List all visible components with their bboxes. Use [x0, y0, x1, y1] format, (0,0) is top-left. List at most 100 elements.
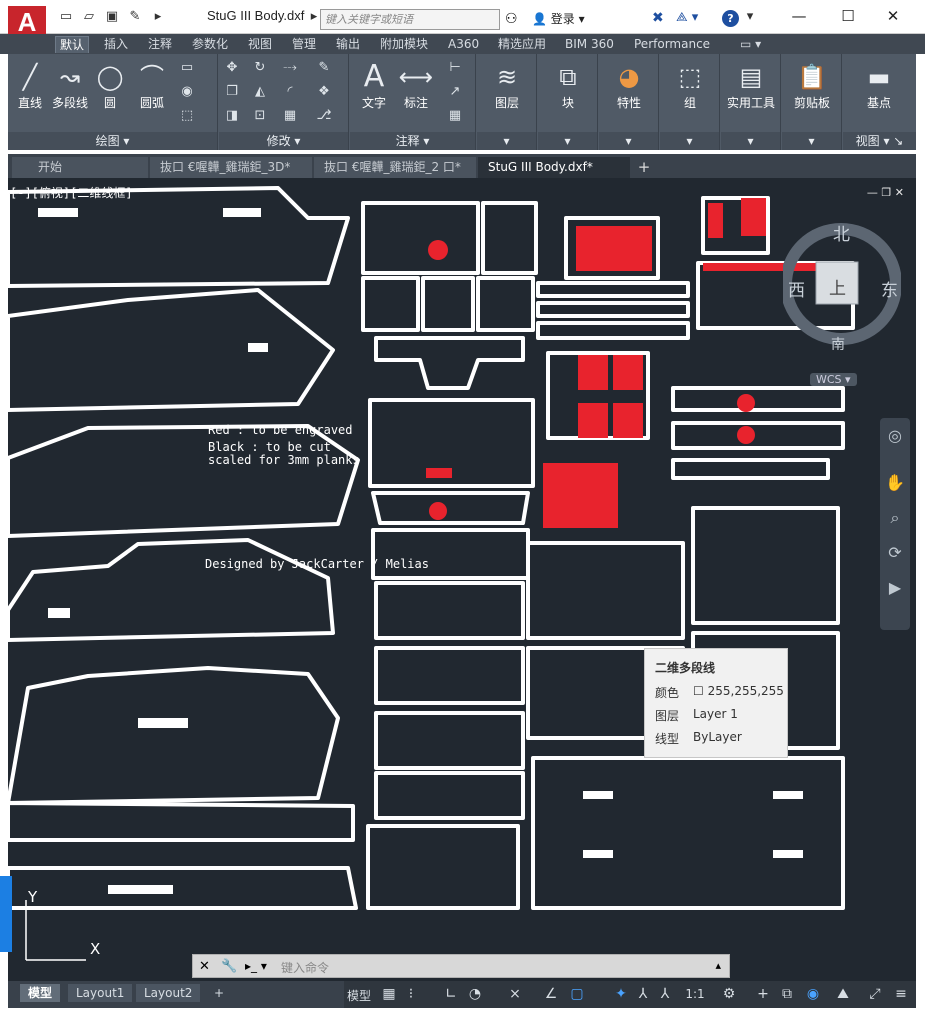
tab-output[interactable]: 输出	[332, 36, 364, 53]
tab-manage[interactable]: 管理	[288, 36, 320, 53]
viewport-label[interactable]: [-][俯视][二维线框]	[10, 184, 133, 201]
cmd-prompt-icon[interactable]: ▸_ ▾	[245, 959, 267, 973]
annotation-panel-title[interactable]: 注释 ▾	[350, 132, 475, 150]
move-icon[interactable]: ✥	[223, 60, 241, 76]
tab-featured-apps[interactable]: 精选应用	[494, 36, 550, 53]
model-space-button[interactable]: 模型	[344, 987, 374, 1004]
zoom-icon[interactable]: ⌕	[885, 508, 905, 528]
tab-a360[interactable]: A360	[444, 36, 483, 53]
compass-north[interactable]: 北	[833, 220, 850, 245]
new-icon[interactable]: ▭	[57, 9, 75, 25]
cmd-close-icon[interactable]: ✕	[199, 959, 210, 974]
properties-button[interactable]: ◕ 特性	[609, 60, 649, 111]
customize-icon[interactable]: ≡	[892, 986, 910, 1002]
add-tab-icon[interactable]: +	[634, 159, 654, 176]
lineweight-icon[interactable]: ∠	[542, 986, 560, 1002]
text-button[interactable]: A 文字	[354, 60, 394, 111]
layers-button[interactable]: ≋ 图层	[487, 60, 527, 111]
snap-icon[interactable]: ⁝	[402, 986, 420, 1002]
tab-addins[interactable]: 附加模块	[376, 36, 432, 53]
doc-tab-3d[interactable]: 抜口 €喔韡_雞瑞鉅_3D*	[150, 157, 312, 178]
layout-tab-2[interactable]: Layout2	[136, 984, 201, 1002]
fullscreen-icon[interactable]: ⤢	[866, 986, 884, 1002]
cmd-settings-icon[interactable]: 🔧	[221, 959, 237, 974]
layers-panel-title[interactable]: ▾	[477, 132, 536, 150]
layout-tab-model[interactable]: 模型	[20, 984, 61, 1002]
stretch-icon[interactable]: ◨	[223, 108, 241, 124]
help-dropdown-icon[interactable]: ▾	[741, 9, 759, 25]
add-layout-icon[interactable]: +	[206, 984, 232, 1002]
properties-panel-title[interactable]: ▾	[599, 132, 658, 150]
tab-parametric[interactable]: 参数化	[188, 36, 232, 53]
grid-icon[interactable]: ▦	[380, 986, 398, 1002]
doc-tab-start[interactable]: 开始	[12, 157, 148, 178]
trim-icon[interactable]: ⤏	[281, 60, 299, 76]
group-button[interactable]: ⬚ 组	[670, 60, 710, 111]
offset-icon[interactable]: ⎇	[315, 108, 333, 124]
steeringwheel-icon[interactable]: ◎	[885, 426, 905, 445]
isolate-icon[interactable]: ⧉	[778, 986, 796, 1002]
wcs-menu[interactable]: WCS ▾	[810, 373, 857, 386]
drawing-canvas[interactable]: [-][俯视][二维线框] — ❐ ✕ Red : to be engraved…	[8, 178, 916, 981]
open-icon[interactable]: ▱	[80, 9, 98, 25]
hatch-icon[interactable]: ◉	[178, 84, 196, 100]
tab-view[interactable]: 视图	[244, 36, 276, 53]
minimize-icon[interactable]: —	[787, 6, 811, 26]
a360-icon[interactable]: ⟁ ▾	[676, 10, 698, 25]
selection-cycling-icon[interactable]: ▢	[568, 986, 586, 1002]
leader-icon[interactable]: ↗	[446, 84, 464, 100]
clean-screen-icon[interactable]: ⛰	[834, 986, 852, 1002]
table-icon[interactable]: ▦	[446, 108, 464, 124]
tab-annotate[interactable]: 注释	[144, 36, 176, 53]
viewcube[interactable]: 北 东 西 南 上	[783, 216, 901, 353]
clipboard-button[interactable]: 📋 剪贴板	[786, 60, 838, 111]
settings-icon[interactable]: ⚙	[720, 986, 738, 1002]
view-panel-title[interactable]: 视图 ▾ ↘	[843, 132, 916, 150]
line-button[interactable]: ╱ 直线	[10, 60, 50, 111]
command-input[interactable]: 键入命令	[281, 959, 329, 976]
tab-insert[interactable]: 插入	[100, 36, 132, 53]
hardware-icon[interactable]: ◉	[804, 986, 822, 1002]
tab-performance[interactable]: Performance	[630, 36, 714, 53]
polyline-button[interactable]: ↝ 多段线	[50, 60, 90, 111]
layout-tab-1[interactable]: Layout1	[68, 984, 133, 1002]
saveas-icon[interactable]: ✎	[126, 9, 144, 25]
block-panel-title[interactable]: ▾	[538, 132, 597, 150]
polar-icon[interactable]: ◔	[466, 986, 484, 1002]
annotation-visibility-icon[interactable]: ✦	[612, 986, 630, 1002]
doc-tab-2[interactable]: 抜口 €喔韡_雞瑞鉅_2 口*	[314, 157, 476, 178]
arc-button[interactable]: ⌒ 圆弧	[132, 60, 172, 111]
copy-icon[interactable]: ❐	[223, 84, 241, 100]
maximize-icon[interactable]: ☐	[836, 6, 860, 26]
qat-more-icon[interactable]: ▸	[149, 9, 167, 25]
pan-icon[interactable]: ✋	[885, 473, 905, 492]
save-icon[interactable]: ▣	[103, 9, 121, 25]
rotate-icon[interactable]: ↻	[251, 60, 269, 76]
fillet-icon[interactable]: ◜	[281, 84, 299, 100]
annotation-autoscale-icon[interactable]: ⅄	[634, 986, 652, 1002]
login-button[interactable]: 👤 登录 ▾	[532, 10, 585, 27]
compass-south[interactable]: 南	[831, 334, 845, 354]
scale-icon[interactable]: ⊡	[251, 108, 269, 124]
tab-default[interactable]: 默认	[55, 36, 90, 53]
draw-panel-title[interactable]: 绘图 ▾	[8, 132, 217, 150]
ortho-icon[interactable]: ∟	[442, 986, 460, 1002]
help-icon[interactable]: ?	[722, 10, 739, 27]
clipboard-panel-title[interactable]: ▾	[782, 132, 841, 150]
search-input[interactable]: 键入关键字或短语	[320, 9, 500, 30]
array-icon[interactable]: ▦	[281, 108, 299, 124]
boundary-icon[interactable]: ⬚	[178, 108, 196, 124]
binoculars-icon[interactable]: ⚇	[505, 11, 518, 27]
basepoint-button[interactable]: ▬ 基点	[859, 60, 899, 111]
mirror-icon[interactable]: ◭	[251, 84, 269, 100]
dimension-button[interactable]: ⟷ 标注	[396, 60, 436, 111]
rectangle-icon[interactable]: ▭	[178, 60, 196, 76]
explode-icon[interactable]: ❖	[315, 84, 333, 100]
doc-tab-active[interactable]: StuG III Body.dxf*	[478, 157, 630, 178]
annotation-scale-icon[interactable]: ⅄	[656, 986, 674, 1002]
erase-icon[interactable]: ✎	[315, 60, 333, 76]
exchange-icon[interactable]: ✖	[652, 10, 664, 26]
modify-panel-title[interactable]: 修改 ▾	[219, 132, 348, 150]
ribbon-options-icon[interactable]: ▭ ▾	[736, 36, 765, 53]
circle-button[interactable]: ◯ 圆	[90, 60, 130, 111]
